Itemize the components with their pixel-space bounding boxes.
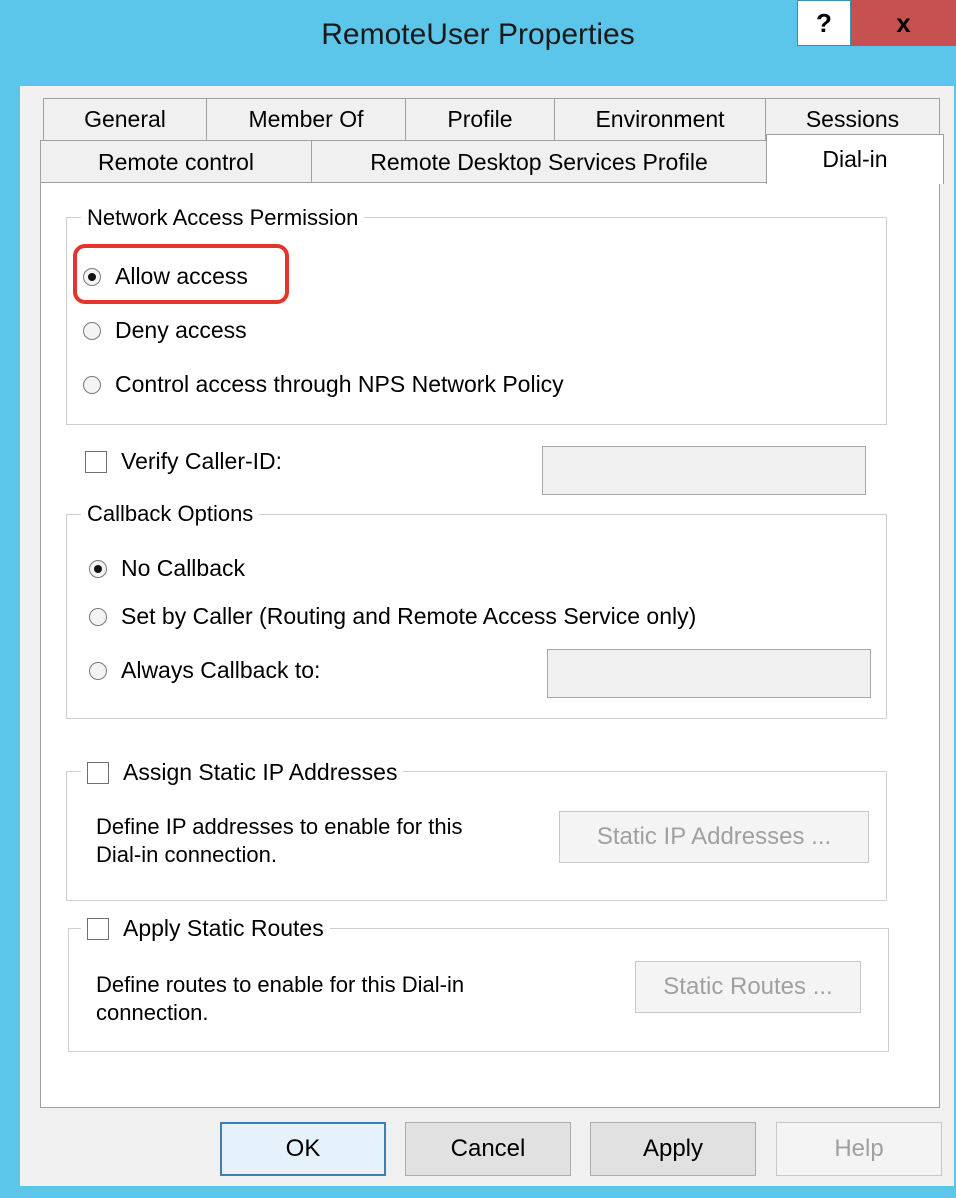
allow-access-highlight	[73, 244, 289, 304]
static-ip-addresses-button[interactable]: Static IP Addresses ...	[559, 811, 869, 863]
static-routes-label: Apply Static Routes	[123, 915, 324, 941]
no-callback-label: No Callback	[121, 555, 245, 581]
radio-button[interactable]	[83, 375, 101, 394]
help-button[interactable]: Help	[776, 1122, 942, 1176]
static-ip-description: Define IP addresses to enable for this D…	[96, 813, 462, 869]
verify-caller-id-label: Verify Caller-ID:	[121, 448, 283, 474]
radio-selected-dot	[94, 564, 102, 573]
callback-options-legend: Callback Options	[81, 501, 260, 527]
static-ip-label: Assign Static IP Addresses	[123, 759, 398, 785]
verify-caller-id-checkbox[interactable]: Verify Caller-ID:	[85, 448, 282, 475]
title-bar[interactable]: RemoteUser Properties ? x	[0, 0, 956, 88]
radio-no-callback[interactable]: No Callback	[89, 555, 245, 582]
radio-control-access-nps[interactable]: Control access through NPS Network Polic…	[83, 371, 564, 398]
tab-general[interactable]: General	[43, 98, 207, 140]
ok-button[interactable]: OK	[220, 1122, 386, 1176]
radio-button[interactable]	[83, 321, 101, 340]
control-access-label: Control access through NPS Network Polic…	[115, 371, 564, 397]
cancel-button[interactable]: Cancel	[405, 1122, 571, 1176]
static-ip-checkbox[interactable]: Assign Static IP Addresses	[81, 759, 404, 786]
radio-button[interactable]	[89, 607, 107, 626]
tab-dial-in[interactable]: Dial-in	[766, 134, 944, 184]
static-routes-description-line: connection.	[96, 1000, 209, 1025]
callback-number-input[interactable]	[547, 649, 871, 698]
close-icon: x	[896, 7, 911, 38]
tab-profile[interactable]: Profile	[405, 98, 555, 140]
tab-remote-desktop-services-profile[interactable]: Remote Desktop Services Profile	[311, 140, 767, 183]
deny-access-label: Deny access	[115, 317, 247, 343]
static-routes-checkbox[interactable]: Apply Static Routes	[81, 915, 330, 942]
radio-deny-access[interactable]: Deny access	[83, 317, 247, 344]
checkbox[interactable]	[87, 761, 109, 784]
set-by-caller-label: Set by Caller (Routing and Remote Access…	[121, 603, 697, 629]
checkbox[interactable]	[87, 917, 109, 940]
tab-member-of[interactable]: Member Of	[206, 98, 406, 140]
apply-button[interactable]: Apply	[590, 1122, 756, 1176]
radio-set-by-caller[interactable]: Set by Caller (Routing and Remote Access…	[89, 603, 696, 630]
static-ip-description-line: Define IP addresses to enable for this	[96, 814, 463, 839]
static-routes-description: Define routes to enable for this Dial-in…	[96, 971, 464, 1027]
help-title-button[interactable]: ?	[797, 0, 851, 46]
dial-in-panel: Network Access Permission Allow access D…	[40, 182, 940, 1108]
radio-always-callback[interactable]: Always Callback to:	[89, 657, 320, 684]
caller-id-input[interactable]	[542, 446, 866, 495]
radio-button[interactable]	[89, 661, 107, 680]
static-ip-description-line: Dial-in connection.	[96, 842, 277, 867]
static-routes-description-line: Define routes to enable for this Dial-in	[96, 972, 465, 997]
network-access-legend: Network Access Permission	[81, 205, 365, 231]
checkbox[interactable]	[85, 450, 107, 473]
properties-window: RemoteUser Properties ? x General Member…	[0, 0, 956, 1198]
static-routes-button[interactable]: Static Routes ...	[635, 961, 861, 1013]
close-button[interactable]: x	[851, 0, 956, 46]
always-callback-label: Always Callback to:	[121, 657, 321, 683]
tab-remote-control[interactable]: Remote control	[40, 140, 312, 183]
radio-button[interactable]	[89, 559, 107, 578]
tab-environment[interactable]: Environment	[554, 98, 766, 140]
